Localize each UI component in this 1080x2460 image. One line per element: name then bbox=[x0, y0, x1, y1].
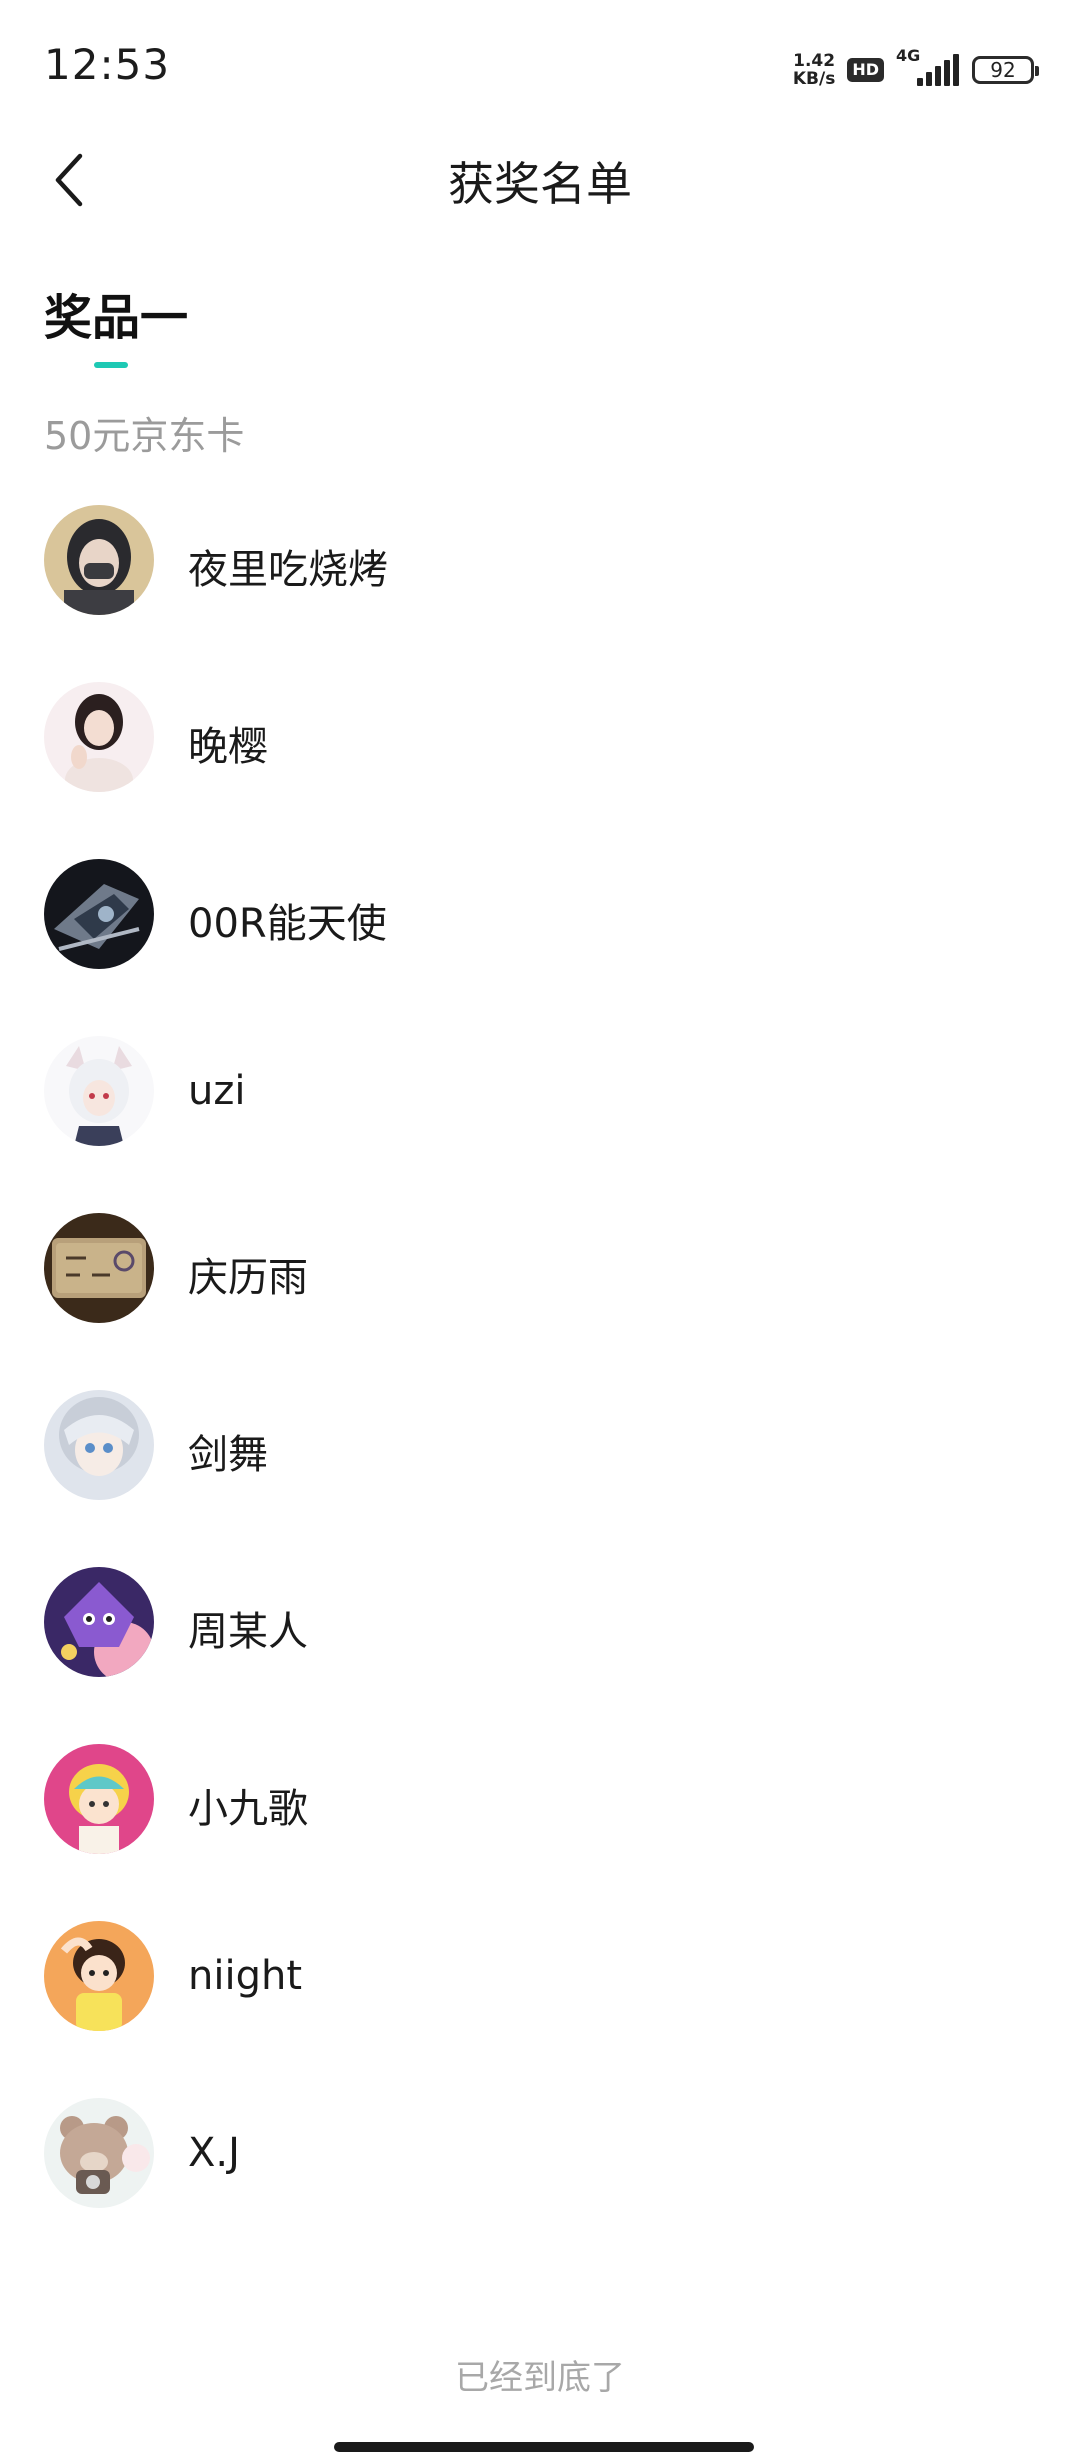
winner-name: niight bbox=[188, 1953, 303, 1999]
avatar bbox=[44, 1213, 154, 1323]
end-of-list-text: 已经到底了 bbox=[455, 2358, 625, 2398]
header: 获奖名单 bbox=[0, 130, 1080, 230]
avatar bbox=[44, 682, 154, 792]
avatar bbox=[44, 1744, 154, 1854]
winner-name: 夜里吃烧烤 bbox=[188, 547, 388, 593]
list-item[interactable]: 晚樱 bbox=[0, 682, 1080, 859]
status-bar: 12:53 1.42 KB/s HD 4G 92 bbox=[0, 0, 1080, 130]
list-item[interactable]: niight bbox=[0, 1921, 1080, 2098]
list-item[interactable]: 夜里吃烧烤 bbox=[0, 505, 1080, 682]
network-speed-value: 1.42 bbox=[793, 51, 836, 71]
winner-name: uzi bbox=[188, 1068, 246, 1114]
winner-name: 剑舞 bbox=[188, 1432, 268, 1478]
avatar bbox=[44, 1921, 154, 2031]
network-speed-unit: KB/s bbox=[792, 69, 836, 89]
status-time: 12:53 bbox=[44, 40, 171, 89]
page-title: 获奖名单 bbox=[448, 157, 632, 211]
winner-list: 夜里吃烧烤 晚樱 00R能天使 uzi 庆历雨 剑舞 周某人 小九歌 niigh… bbox=[0, 505, 1080, 2275]
home-indicator[interactable] bbox=[334, 2442, 754, 2452]
battery-icon: 92 bbox=[972, 56, 1039, 84]
list-item[interactable]: 小九歌 bbox=[0, 1744, 1080, 1921]
network-speed: 1.42 KB/s bbox=[793, 52, 835, 88]
status-icons: 1.42 KB/s HD 4G 92 bbox=[793, 44, 1039, 96]
network-type: 4G bbox=[896, 46, 921, 65]
list-item[interactable]: uzi bbox=[0, 1036, 1080, 1213]
winner-name: X.J bbox=[188, 2130, 240, 2176]
winner-name: 00R能天使 bbox=[188, 901, 387, 947]
winner-name: 庆历雨 bbox=[188, 1255, 308, 1301]
battery-level: 92 bbox=[990, 58, 1016, 82]
tab-prize-one-label: 奖品一 bbox=[44, 290, 189, 346]
avatar bbox=[44, 1390, 154, 1500]
hd-badge: HD bbox=[847, 58, 884, 82]
list-item[interactable]: 庆历雨 bbox=[0, 1213, 1080, 1390]
avatar bbox=[44, 505, 154, 615]
signal-icon: 4G bbox=[896, 46, 960, 86]
winner-name: 晚樱 bbox=[188, 724, 268, 770]
avatar bbox=[44, 1036, 154, 1146]
list-item[interactable]: X.J bbox=[0, 2098, 1080, 2275]
avatar bbox=[44, 1567, 154, 1677]
winner-name: 周某人 bbox=[188, 1609, 308, 1655]
winner-name: 小九歌 bbox=[188, 1786, 308, 1832]
list-item[interactable]: 00R能天使 bbox=[0, 859, 1080, 1036]
prize-description: 50元京东卡 bbox=[44, 414, 245, 458]
list-item[interactable]: 周某人 bbox=[0, 1567, 1080, 1744]
avatar bbox=[44, 859, 154, 969]
tab-active-indicator bbox=[94, 362, 128, 368]
list-item[interactable]: 剑舞 bbox=[0, 1390, 1080, 1567]
tab-prize-one[interactable]: 奖品一 bbox=[44, 278, 188, 368]
avatar bbox=[44, 2098, 154, 2208]
